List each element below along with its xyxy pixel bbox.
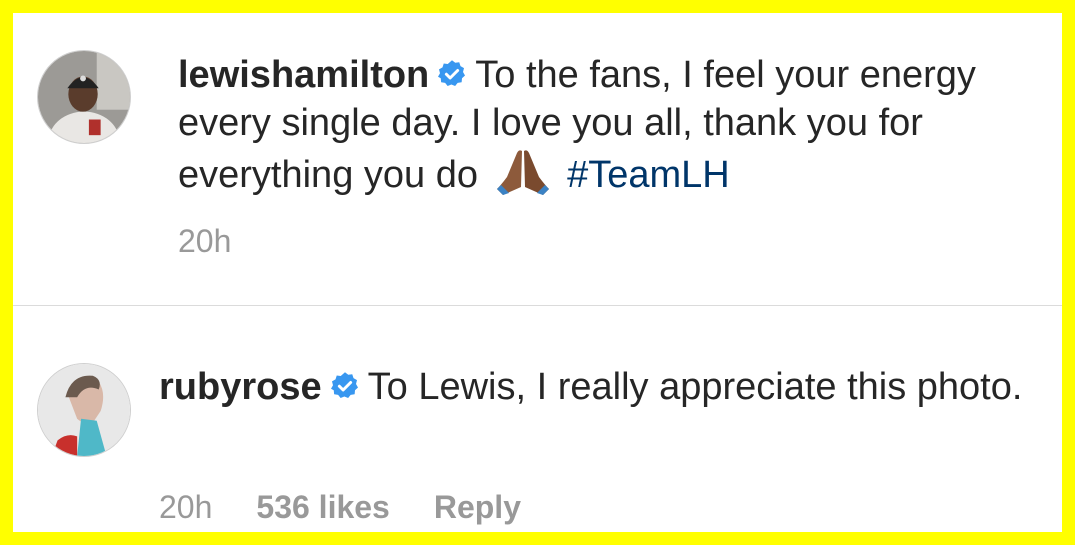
timestamp: 20h: [178, 223, 232, 259]
username[interactable]: rubyrose: [159, 366, 322, 408]
comment-lewishamilton: lewishamilton To the fans, I feel your en…: [13, 13, 1062, 305]
comment-meta: 20h 536 likes Reply: [159, 489, 565, 525]
folded-hands-icon: [495, 147, 551, 197]
verified-badge-icon: [437, 59, 467, 89]
reply-button[interactable]: Reply: [434, 489, 521, 525]
username[interactable]: lewishamilton: [178, 54, 429, 96]
comment-body: rubyrose To Lewis, I really appreciate th…: [159, 363, 1039, 411]
comment-text: To Lewis, I really appreciate this photo…: [367, 366, 1023, 408]
comment-meta: 20h: [178, 223, 275, 259]
avatar[interactable]: [37, 50, 131, 144]
avatar[interactable]: [37, 363, 131, 457]
hashtag-link[interactable]: #TeamLH: [567, 154, 730, 196]
likes-count[interactable]: 536 likes: [256, 489, 389, 525]
comment-rubyrose: rubyrose To Lewis, I really appreciate th…: [13, 306, 1062, 532]
comment-body: lewishamilton To the fans, I feel your en…: [178, 51, 1038, 199]
verified-badge-icon: [330, 371, 360, 401]
comments-panel: lewishamilton To the fans, I feel your en…: [13, 13, 1062, 532]
timestamp: 20h: [159, 489, 213, 525]
